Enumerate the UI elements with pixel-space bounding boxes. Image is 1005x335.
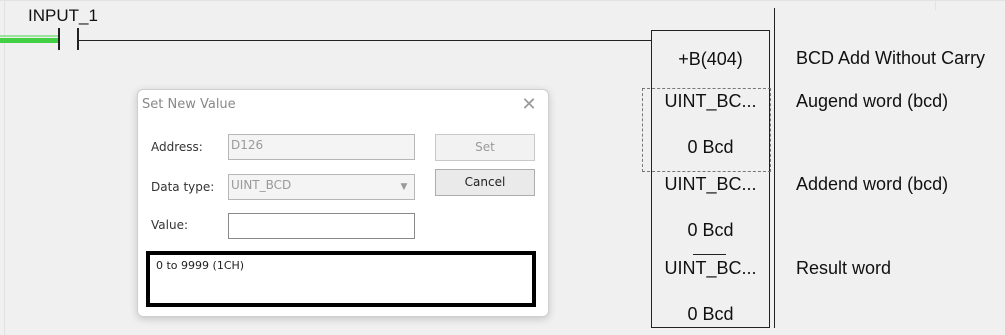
datatype-select[interactable]: UINT_BCD ▼	[228, 174, 415, 200]
instruction-description: BCD Add Without Carry	[796, 48, 986, 68]
function-block-bcd-add[interactable]: +B(404) UINT_BC... 0 Bcd UINT_BC... 0 Bc…	[651, 30, 770, 328]
close-icon[interactable]: ✕	[518, 94, 540, 116]
operand3-value: 0 Bcd	[687, 304, 734, 324]
chevron-down-icon[interactable]: ▼	[396, 178, 412, 196]
value-range-hint: 0 to 9999 (1CH)	[146, 251, 536, 307]
contact-right-bar[interactable]	[77, 28, 79, 50]
datatype-value: UINT_BCD	[231, 178, 292, 192]
power-flow-indicator	[0, 38, 58, 43]
operand3-type[interactable]: UINT_BC...	[652, 258, 769, 279]
right-power-rail	[774, 8, 775, 328]
operand2-type[interactable]: UINT_BC...	[652, 174, 769, 195]
contact-label: INPUT_1	[28, 6, 98, 25]
augend-description: Augend word (bcd)	[796, 91, 949, 111]
set-new-value-dialog: Set New Value ✕ Address: D126 Data type:…	[137, 89, 549, 317]
addend-description: Addend word (bcd)	[796, 174, 949, 194]
address-label: Address:	[151, 140, 203, 154]
grid-line	[935, 0, 936, 10]
datatype-label: Data type:	[151, 180, 215, 194]
power-flow-highlight	[0, 35, 58, 37]
cancel-button[interactable]: Cancel	[435, 169, 535, 196]
operand2-value: 0 Bcd	[687, 220, 734, 240]
rung-wire	[78, 40, 651, 41]
grid-line	[0, 0, 1005, 1]
value-input[interactable]	[228, 213, 415, 239]
dialog-title: Set New Value	[142, 97, 236, 112]
instruction-mnemonic: +B(404)	[678, 49, 743, 69]
set-button[interactable]: Set	[435, 134, 535, 161]
address-field: D126	[228, 134, 415, 160]
result-description: Result word	[796, 258, 892, 278]
value-label: Value:	[151, 218, 188, 232]
operand-divider	[693, 254, 726, 255]
contact-left-bar[interactable]	[58, 28, 60, 50]
operand-selection-outline	[642, 88, 771, 172]
grid-line	[4, 0, 5, 335]
